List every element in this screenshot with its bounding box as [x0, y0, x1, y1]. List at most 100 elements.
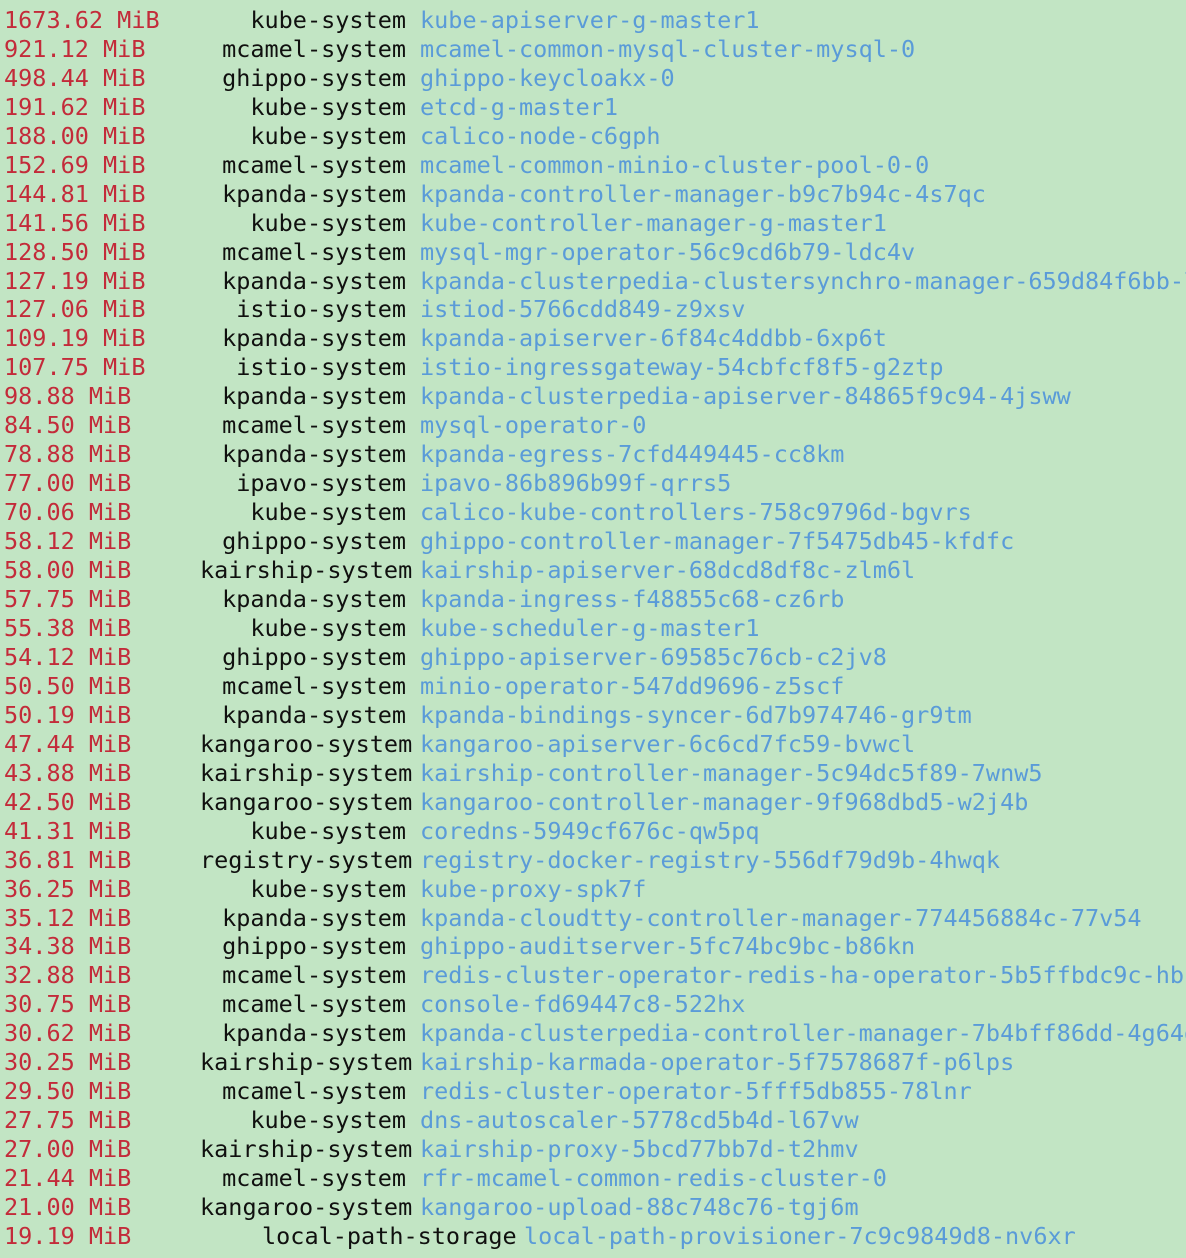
pod-row[interactable]: 58.12 MiB ghippo-system ghippo-controller-…: [0, 527, 1186, 556]
pod-name[interactable]: kube-apiserver-g-master1: [408, 6, 760, 35]
pod-row[interactable]: 35.12 MiB kpanda-system kpanda-cloudtty-co…: [0, 904, 1186, 933]
pod-name[interactable]: istio-ingressgateway-54cbfcf8f5-g2ztp: [408, 353, 943, 382]
pod-row[interactable]: 498.44 MiB ghippo-system ghippo-keycloakx-…: [0, 64, 1186, 93]
pod-row[interactable]: 188.00 MiB kube-system calico-node-c6gph: [0, 122, 1186, 151]
pod-name[interactable]: etcd-g-master1: [408, 93, 618, 122]
pod-name[interactable]: kube-scheduler-g-master1: [408, 614, 760, 643]
pod-row[interactable]: 78.88 MiB kpanda-system kpanda-egress-7cfd…: [0, 440, 1186, 469]
namespace-value: kube-system: [250, 92, 406, 121]
pod-name[interactable]: kairship-apiserver-68dcd8df8c-zlm6l: [408, 556, 915, 585]
namespace-value: kube-system: [250, 874, 406, 903]
pod-row[interactable]: 36.25 MiB kube-system kube-proxy-spk7f: [0, 875, 1186, 904]
pod-name[interactable]: kangaroo-apiserver-6c6cd7fc59-bvwcl: [408, 730, 915, 759]
pod-memory-list: 1673.62 MiB kube-system kube-apiserver-g-m…: [0, 0, 1186, 1251]
pod-name[interactable]: kpanda-apiserver-6f84c4ddbb-6xp6t: [408, 324, 887, 353]
pod-row[interactable]: 54.12 MiB ghippo-system ghippo-apiserver-6…: [0, 643, 1186, 672]
pod-row[interactable]: 191.62 MiB kube-system etcd-g-master1: [0, 93, 1186, 122]
pod-row[interactable]: 144.81 MiB kpanda-system kpanda-controller…: [0, 180, 1186, 209]
namespace-value: kangaroo-system: [200, 729, 413, 758]
memory-value: 144.81 MiB: [4, 179, 146, 208]
pod-row[interactable]: 47.44 MiB kangaroo-system kangaroo-apiserv…: [0, 730, 1186, 759]
pod-name[interactable]: istiod-5766cdd849-z9xsv: [408, 295, 745, 324]
pod-name[interactable]: kube-controller-manager-g-master1: [408, 209, 887, 238]
pod-name[interactable]: ghippo-auditserver-5fc74bc9bc-b86kn: [408, 932, 915, 961]
pod-row[interactable]: 50.19 MiB kpanda-system kpanda-bindings-sy…: [0, 701, 1186, 730]
pod-name[interactable]: kpanda-clusterpedia-apiserver-84865f9c94…: [408, 382, 1071, 411]
pod-name[interactable]: kairship-karmada-operator-5f7578687f-p6l…: [408, 1048, 1014, 1077]
pod-name[interactable]: kpanda-bindings-syncer-6d7b974746-gr9tm: [408, 701, 972, 730]
memory-value: 34.38 MiB: [4, 932, 132, 961]
pod-name[interactable]: kangaroo-upload-88c748c76-tgj6m: [408, 1193, 859, 1222]
pod-name[interactable]: ghippo-controller-manager-7f5475db45-kfd…: [408, 527, 1014, 556]
namespace-value: ghippo-system: [222, 63, 406, 92]
pod-row[interactable]: 41.31 MiB kube-system coredns-5949cf676c-q…: [0, 817, 1186, 846]
namespace-value: kpanda-system: [222, 266, 406, 295]
pod-row[interactable]: 43.88 MiB kairship-system kairship-control…: [0, 759, 1186, 788]
pod-row[interactable]: 84.50 MiB mcamel-system mysql-operator-0: [0, 411, 1186, 440]
pod-name[interactable]: kpanda-ingress-f48855c68-cz6rb: [408, 585, 844, 614]
namespace-value: mcamel-system: [222, 961, 406, 990]
pod-row[interactable]: 50.50 MiB mcamel-system minio-operator-547…: [0, 672, 1186, 701]
pod-row[interactable]: 30.75 MiB mcamel-system console-fd69447c8-…: [0, 990, 1186, 1019]
pod-name[interactable]: kpanda-cloudtty-controller-manager-77445…: [408, 904, 1142, 933]
pod-name[interactable]: calico-node-c6gph: [408, 122, 661, 151]
pod-name[interactable]: kpanda-clusterpedia-clustersynchro-manag…: [408, 267, 1186, 296]
pod-name[interactable]: kpanda-controller-manager-b9c7b94c-4s7qc: [408, 180, 986, 209]
pod-name[interactable]: ghippo-apiserver-69585c76cb-c2jv8: [408, 643, 887, 672]
pod-name[interactable]: mysql-mgr-operator-56c9cd6b79-ldc4v: [408, 238, 915, 267]
pod-row[interactable]: 30.25 MiB kairship-system kairship-karmada…: [0, 1048, 1186, 1077]
pod-row[interactable]: 109.19 MiB kpanda-system kpanda-apiserver-…: [0, 324, 1186, 353]
pod-row[interactable]: 128.50 MiB mcamel-system mysql-mgr-operato…: [0, 238, 1186, 267]
pod-row[interactable]: 19.19 MiB local-path-storage local-path-pr…: [0, 1222, 1186, 1251]
pod-name[interactable]: redis-cluster-operator-5fff5db855-78lnr: [408, 1077, 972, 1106]
pod-row[interactable]: 77.00 MiB ipavo-system ipavo-86b896b99f-qr…: [0, 469, 1186, 498]
pod-row[interactable]: 29.50 MiB mcamel-system redis-cluster-oper…: [0, 1077, 1186, 1106]
pod-row[interactable]: 152.69 MiB mcamel-system mcamel-common-min…: [0, 151, 1186, 180]
pod-row[interactable]: 57.75 MiB kpanda-system kpanda-ingress-f48…: [0, 585, 1186, 614]
terminal-output-pane[interactable]: 1673.62 MiB kube-system kube-apiserver-g-m…: [0, 0, 1186, 1258]
pod-row[interactable]: 1673.62 MiB kube-system kube-apiserver-g-m…: [0, 6, 1186, 35]
pod-row[interactable]: 98.88 MiB kpanda-system kpanda-clusterpedi…: [0, 382, 1186, 411]
pod-name[interactable]: kairship-proxy-5bcd77bb7d-t2hmv: [408, 1135, 859, 1164]
pod-name[interactable]: kpanda-egress-7cfd449445-cc8km: [408, 440, 844, 469]
pod-row[interactable]: 70.06 MiB kube-system calico-kube-controll…: [0, 498, 1186, 527]
namespace-value: kube-system: [250, 1106, 406, 1135]
pod-row[interactable]: 27.00 MiB kairship-system kairship-proxy-5…: [0, 1135, 1186, 1164]
pod-name[interactable]: kangaroo-controller-manager-9f968dbd5-w2…: [408, 788, 1028, 817]
memory-value: 1673.62 MiB: [4, 5, 160, 34]
pod-name[interactable]: registry-docker-registry-556df79d9b-4hwq…: [408, 846, 1000, 875]
pod-row[interactable]: 34.38 MiB ghippo-system ghippo-auditserver…: [0, 932, 1186, 961]
memory-value: 35.12 MiB: [4, 903, 132, 932]
pod-name[interactable]: kube-proxy-spk7f: [408, 875, 646, 904]
pod-row[interactable]: 58.00 MiB kairship-system kairship-apiserv…: [0, 556, 1186, 585]
pod-name[interactable]: ghippo-keycloakx-0: [408, 64, 675, 93]
pod-name[interactable]: kpanda-clusterpedia-controller-manager-7…: [408, 1019, 1186, 1048]
pod-row[interactable]: 30.62 MiB kpanda-system kpanda-clusterpedi…: [0, 1019, 1186, 1048]
pod-row[interactable]: 127.06 MiB istio-system istiod-5766cdd849-…: [0, 295, 1186, 324]
pod-row[interactable]: 36.81 MiB registry-system registry-docker-…: [0, 846, 1186, 875]
pod-name[interactable]: rfr-mcamel-common-redis-cluster-0: [408, 1164, 887, 1193]
pod-name[interactable]: minio-operator-547dd9696-z5scf: [408, 672, 844, 701]
memory-value: 98.88 MiB: [4, 382, 132, 411]
pod-row[interactable]: 107.75 MiB istio-system istio-ingressgatew…: [0, 353, 1186, 382]
pod-name[interactable]: mysql-operator-0: [408, 411, 646, 440]
pod-name[interactable]: dns-autoscaler-5778cd5b4d-l67vw: [408, 1106, 859, 1135]
pod-name[interactable]: mcamel-common-minio-cluster-pool-0-0: [408, 151, 929, 180]
pod-name[interactable]: console-fd69447c8-522hx: [408, 990, 745, 1019]
pod-name[interactable]: coredns-5949cf676c-qw5pq: [408, 817, 760, 846]
pod-name[interactable]: kairship-controller-manager-5c94dc5f89-7…: [408, 759, 1043, 788]
pod-name[interactable]: local-path-provisioner-7c9c9849d8-nv6xr: [510, 1222, 1076, 1251]
pod-row[interactable]: 21.00 MiB kangaroo-system kangaroo-upload-…: [0, 1193, 1186, 1222]
pod-row[interactable]: 42.50 MiB kangaroo-system kangaroo-control…: [0, 788, 1186, 817]
pod-row[interactable]: 141.56 MiB kube-system kube-controller-man…: [0, 209, 1186, 238]
pod-name[interactable]: ipavo-86b896b99f-qrrs5: [408, 469, 731, 498]
pod-name[interactable]: redis-cluster-operator-redis-ha-operator…: [408, 961, 1186, 990]
pod-row[interactable]: 27.75 MiB kube-system dns-autoscaler-5778c…: [0, 1106, 1186, 1135]
pod-row[interactable]: 55.38 MiB kube-system kube-scheduler-g-mas…: [0, 614, 1186, 643]
pod-name[interactable]: calico-kube-controllers-758c9796d-bgvrs: [408, 498, 972, 527]
pod-name[interactable]: mcamel-common-mysql-cluster-mysql-0: [408, 35, 915, 64]
pod-row[interactable]: 32.88 MiB mcamel-system redis-cluster-oper…: [0, 961, 1186, 990]
pod-row[interactable]: 921.12 MiB mcamel-system mcamel-common-mys…: [0, 35, 1186, 64]
pod-row[interactable]: 127.19 MiB kpanda-system kpanda-clusterped…: [0, 267, 1186, 296]
pod-row[interactable]: 21.44 MiB mcamel-system rfr-mcamel-common-…: [0, 1164, 1186, 1193]
